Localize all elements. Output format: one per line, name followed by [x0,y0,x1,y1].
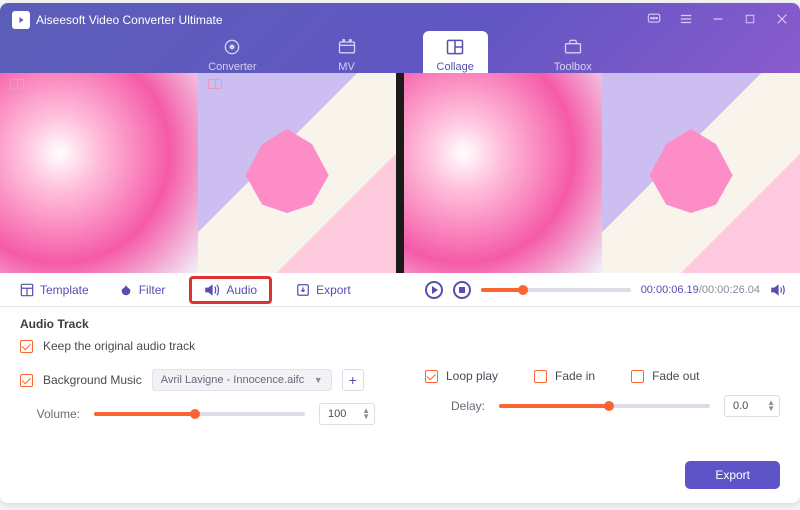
bg-music-dropdown[interactable]: Avril Lavigne - Innocence.aifc ▼ [152,369,332,391]
nav-mv[interactable]: MV [323,31,371,77]
fadein-label: Fade in [555,369,595,383]
subtab-export[interactable]: Export [290,279,357,301]
chevron-down-icon: ▼ [314,375,323,385]
nav-collage[interactable]: Collage [423,31,488,77]
collage-clip-2[interactable] [404,73,800,273]
titlebar: Aiseesoft Video Converter Ultimate [0,3,800,73]
nav-label: Collage [437,61,474,73]
volume-slider[interactable] [94,412,305,416]
nav-label: MV [338,61,355,73]
nav-toolbox[interactable]: Toolbox [540,31,606,77]
delay-value: 0.0 [733,400,748,412]
feedback-icon[interactable] [646,11,662,27]
bg-music-selected: Avril Lavigne - Innocence.aifc [161,374,305,386]
play-button[interactable] [425,281,443,299]
time-total: 00:00:26.04 [702,284,760,296]
nav-label: Converter [208,61,256,73]
audio-icon [204,283,220,297]
subtab-audio[interactable]: Audio [189,276,272,304]
panel-heading: Audio Track [20,317,780,331]
app-logo-icon [12,11,30,29]
spinner-icon[interactable]: ▲▼ [362,408,370,420]
bg-music-label: Background Music [43,373,142,387]
fadein-checkbox[interactable] [534,370,547,383]
subtab-label: Export [316,283,351,297]
subtabs-row: Template Filter Audio Export 00:00:06. [0,273,800,307]
volume-label: Volume: [20,407,80,421]
subtab-label: Filter [139,283,166,297]
subtab-label: Audio [226,283,257,297]
add-music-button[interactable]: + [342,369,364,391]
time-current: 00:00:06.19 [641,284,699,296]
export-icon [296,283,310,297]
filter-icon [119,283,133,297]
collage-clip-1[interactable] [0,73,396,273]
toolbox-icon [563,37,583,57]
preview-strip [0,73,800,273]
menu-icon[interactable] [678,11,694,27]
app-window: Aiseesoft Video Converter Ultimate [0,3,800,503]
mv-icon [337,37,357,57]
volume-icon[interactable] [770,283,786,297]
template-icon [20,283,34,297]
delay-label: Delay: [425,399,485,413]
seek-slider[interactable] [481,288,631,292]
time-display: 00:00:06.19/00:00:26.04 [641,284,760,296]
audio-panel: Audio Track Keep the original audio trac… [0,307,800,453]
fadeout-checkbox[interactable] [631,370,644,383]
keep-original-label: Keep the original audio track [43,339,195,353]
volume-value: 100 [328,408,346,420]
keep-original-checkbox[interactable] [20,340,33,353]
nav-converter[interactable]: Converter [194,31,270,77]
export-button[interactable]: Export [685,461,780,489]
close-icon[interactable] [774,11,790,27]
maximize-icon[interactable] [742,11,758,27]
layout-icon [208,79,222,89]
delay-slider[interactable] [499,404,710,408]
app-title: Aiseesoft Video Converter Ultimate [36,13,223,27]
main-nav: Converter MV Collage Toolbox [0,31,800,77]
nav-label: Toolbox [554,61,592,73]
subtab-template[interactable]: Template [14,279,95,301]
loop-checkbox[interactable] [425,370,438,383]
layout-icon [10,79,24,89]
loop-label: Loop play [446,369,498,383]
stop-button[interactable] [453,281,471,299]
bg-music-checkbox[interactable] [20,374,33,387]
fadeout-label: Fade out [652,369,699,383]
collage-icon [445,37,465,57]
delay-value-box[interactable]: 0.0 ▲▼ [724,395,780,417]
volume-value-box[interactable]: 100 ▲▼ [319,403,375,425]
subtab-filter[interactable]: Filter [113,279,172,301]
subtab-label: Template [40,283,89,297]
minimize-icon[interactable] [710,11,726,27]
spinner-icon[interactable]: ▲▼ [767,400,775,412]
converter-icon [222,37,242,57]
footer: Export [0,453,800,503]
